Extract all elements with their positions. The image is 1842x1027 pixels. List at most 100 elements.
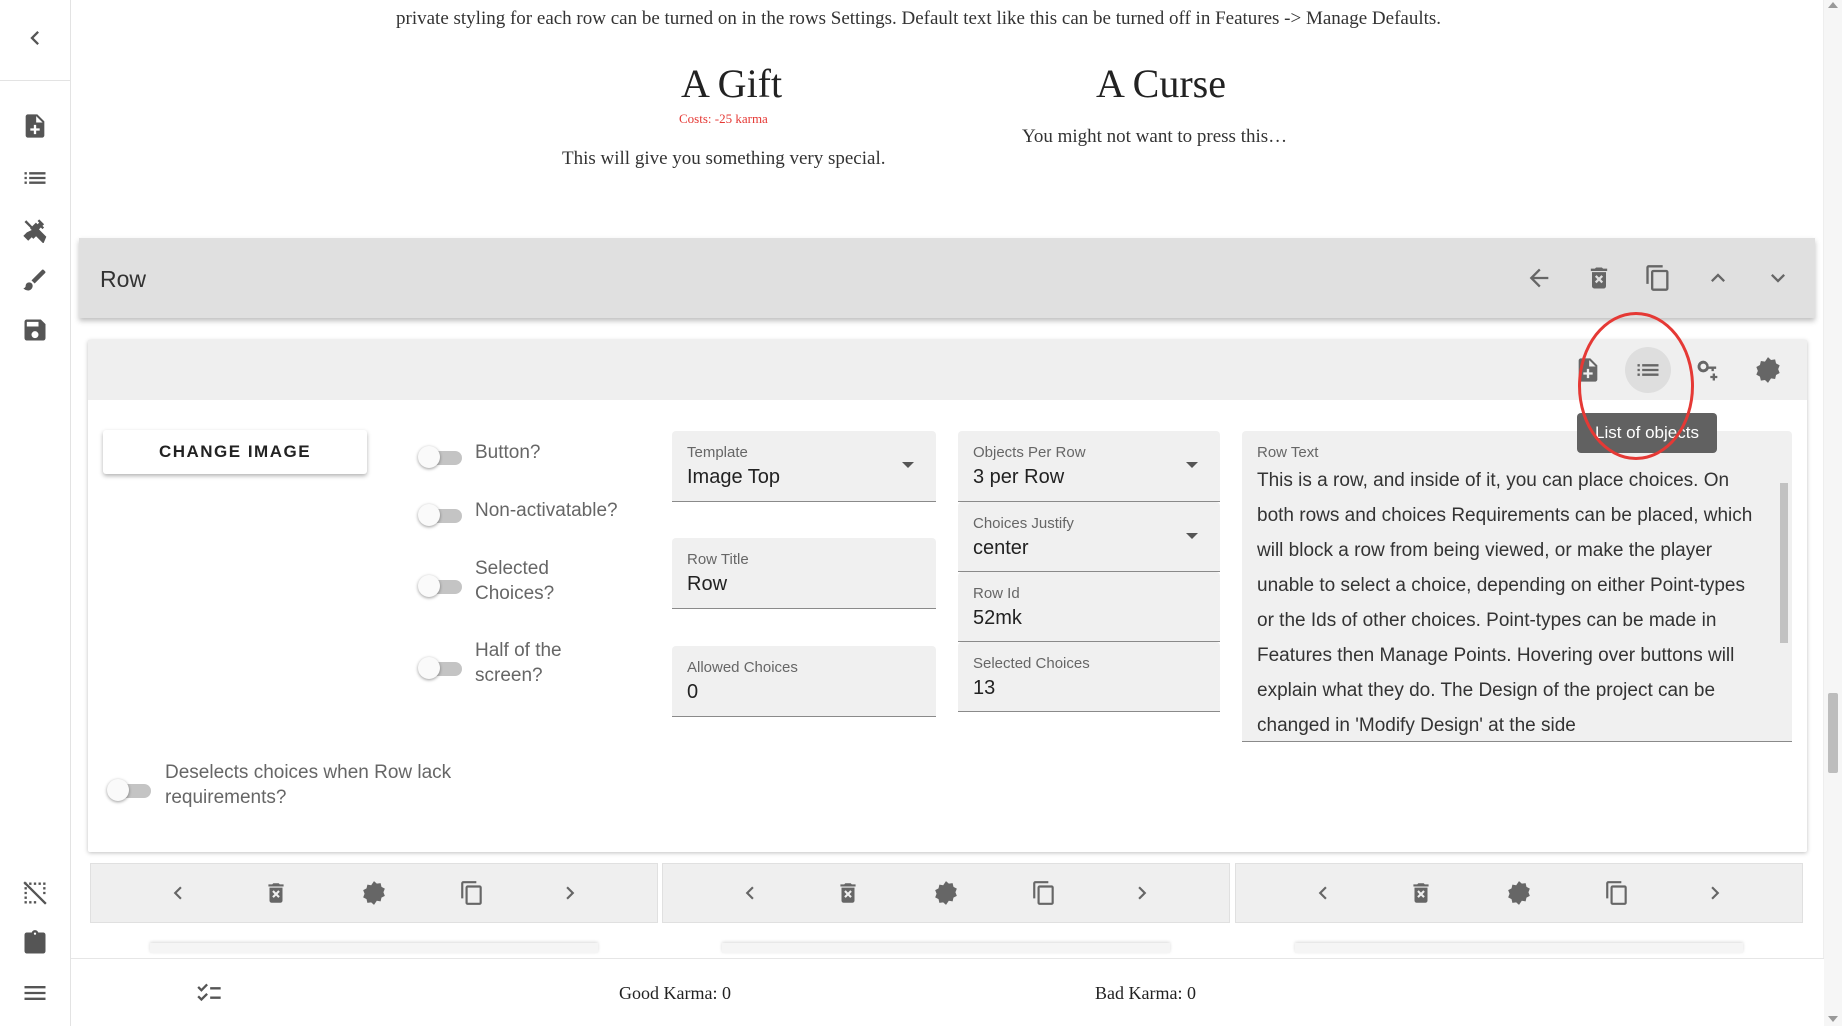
choice-card-toolbar bbox=[1235, 863, 1803, 923]
choices-justify-value: center bbox=[973, 537, 1029, 559]
chevron-down-icon[interactable] bbox=[1758, 258, 1798, 298]
chevron-left-icon[interactable] bbox=[733, 876, 767, 910]
deselects-toggle[interactable] bbox=[107, 779, 155, 801]
row-title-value: Row bbox=[687, 573, 728, 595]
row-text-textarea[interactable]: Row Text This is a row, and inside of it… bbox=[1242, 431, 1792, 742]
template-label: Template bbox=[687, 444, 748, 461]
settings-icon[interactable] bbox=[1745, 347, 1791, 393]
selected-choices-toggle-label: Selected Choices? bbox=[475, 558, 555, 604]
selected-choices-label: Selected Choices bbox=[973, 655, 1090, 672]
page-scrollbar[interactable] bbox=[1823, 0, 1842, 1026]
change-image-button[interactable]: CHANGE IMAGE bbox=[103, 430, 367, 474]
row-id-field[interactable]: Row Id 52mk bbox=[958, 572, 1220, 642]
toggle-knob bbox=[418, 504, 440, 526]
row-id-value: 52mk bbox=[973, 607, 1022, 629]
row-header-title: Row bbox=[100, 266, 147, 292]
clipboard-icon[interactable] bbox=[20, 928, 50, 958]
chevron-right-icon[interactable] bbox=[1698, 876, 1732, 910]
row-text-label: Row Text bbox=[1257, 444, 1319, 461]
brush-icon[interactable] bbox=[20, 265, 50, 295]
button-toggle-label: Button? bbox=[475, 442, 541, 463]
copy-icon[interactable] bbox=[1027, 876, 1061, 910]
bad-karma-counter: Bad Karma: 0 bbox=[1095, 983, 1196, 1003]
button-toggle[interactable] bbox=[418, 446, 466, 468]
save-icon[interactable] bbox=[20, 315, 50, 345]
selected-choices-toggle[interactable] bbox=[418, 575, 466, 597]
delete-icon[interactable] bbox=[1579, 258, 1619, 298]
checklist-icon[interactable] bbox=[194, 978, 224, 1008]
settings-icon[interactable] bbox=[929, 876, 963, 910]
scroll-down-arrow[interactable] bbox=[1828, 1016, 1838, 1022]
tools-icon[interactable] bbox=[20, 214, 50, 244]
chevron-left-icon[interactable] bbox=[1306, 876, 1340, 910]
choice-cost: Costs: -25 karma bbox=[679, 111, 768, 126]
toggle-knob bbox=[418, 657, 440, 679]
allowed-choices-label: Allowed Choices bbox=[687, 659, 798, 676]
chevron-right-icon[interactable] bbox=[1125, 876, 1159, 910]
deselects-toggle-label: Deselects choices when Row lack requirem… bbox=[165, 762, 452, 808]
copy-icon[interactable] bbox=[1638, 258, 1678, 298]
choice-title: A Gift bbox=[681, 61, 783, 106]
selected-choices-field[interactable]: Selected Choices 13 bbox=[958, 642, 1220, 712]
choice-description: You might not want to press this… bbox=[1022, 126, 1288, 147]
choices-justify-label: Choices Justify bbox=[973, 515, 1074, 532]
choice-description: This will give you something very specia… bbox=[562, 148, 886, 169]
chevron-left-icon[interactable] bbox=[161, 876, 195, 910]
good-karma-counter: Good Karma: 0 bbox=[619, 983, 731, 1003]
objects-per-row-select[interactable]: Objects Per Row 3 per Row bbox=[958, 431, 1220, 502]
choice-card-body bbox=[150, 943, 598, 953]
row-header: Row bbox=[79, 238, 1815, 318]
template-value: Image Top bbox=[687, 466, 781, 488]
dropdown-caret-icon bbox=[1186, 462, 1198, 468]
toggle-knob bbox=[418, 575, 440, 597]
choice-card-toolbar bbox=[90, 863, 658, 923]
points-bar: Good Karma: 0 Bad Karma: 0 bbox=[71, 958, 1824, 1027]
delete-icon[interactable] bbox=[259, 876, 293, 910]
template-select[interactable]: Template Image Top bbox=[672, 431, 936, 502]
row-text-value: This is a row, and inside of it, you can… bbox=[1257, 470, 1753, 736]
no-selection-icon[interactable] bbox=[20, 878, 50, 908]
scroll-thumb[interactable] bbox=[1828, 693, 1838, 773]
chevron-right-icon[interactable] bbox=[553, 876, 587, 910]
half-screen-toggle-label: Half of the screen? bbox=[475, 640, 562, 686]
objects-per-row-value: 3 per Row bbox=[973, 466, 1065, 488]
choice-card-toolbar bbox=[662, 863, 1230, 923]
intro-text: private styling for each row can be turn… bbox=[396, 8, 1442, 29]
choices-justify-select[interactable]: Choices Justify center bbox=[958, 502, 1220, 572]
arrow-left-icon[interactable] bbox=[1519, 258, 1559, 298]
row-title-field[interactable]: Row Title Row bbox=[672, 538, 936, 609]
add-file-icon[interactable] bbox=[20, 111, 50, 141]
non-activatable-toggle[interactable] bbox=[418, 504, 466, 526]
chevron-up-icon[interactable] bbox=[1698, 258, 1738, 298]
delete-icon[interactable] bbox=[831, 876, 865, 910]
chevron-left-icon[interactable] bbox=[20, 23, 50, 53]
choice-title: A Curse bbox=[1096, 61, 1226, 106]
objects-per-row-label: Objects Per Row bbox=[973, 444, 1086, 461]
choice-card-body bbox=[722, 943, 1170, 953]
delete-icon[interactable] bbox=[1404, 876, 1438, 910]
dropdown-caret-icon bbox=[902, 462, 914, 468]
row-id-label: Row Id bbox=[973, 585, 1020, 602]
dropdown-caret-icon bbox=[1186, 533, 1198, 539]
textarea-scroll-thumb[interactable] bbox=[1780, 483, 1788, 643]
allowed-choices-field[interactable]: Allowed Choices 0 bbox=[672, 646, 936, 717]
toggle-knob bbox=[107, 779, 129, 801]
half-screen-toggle[interactable] bbox=[418, 657, 466, 679]
sidebar-collapse-area bbox=[0, 0, 70, 81]
toggle-knob bbox=[418, 446, 440, 468]
list-icon[interactable] bbox=[20, 163, 50, 193]
row-title-label: Row Title bbox=[687, 551, 749, 568]
copy-icon[interactable] bbox=[1600, 876, 1634, 910]
non-activatable-toggle-label: Non-activatable? bbox=[475, 500, 618, 521]
selected-choices-value: 13 bbox=[973, 677, 996, 699]
sidebar bbox=[0, 0, 71, 1026]
scroll-up-arrow[interactable] bbox=[1828, 2, 1838, 8]
copy-icon[interactable] bbox=[455, 876, 489, 910]
allowed-choices-value: 0 bbox=[687, 681, 699, 703]
textarea-scrollbar[interactable] bbox=[1778, 467, 1790, 713]
settings-icon[interactable] bbox=[357, 876, 391, 910]
highlight-circle bbox=[1578, 312, 1694, 460]
settings-icon[interactable] bbox=[1502, 876, 1536, 910]
row-toolbar bbox=[88, 340, 1807, 400]
menu-icon[interactable] bbox=[20, 978, 50, 1008]
